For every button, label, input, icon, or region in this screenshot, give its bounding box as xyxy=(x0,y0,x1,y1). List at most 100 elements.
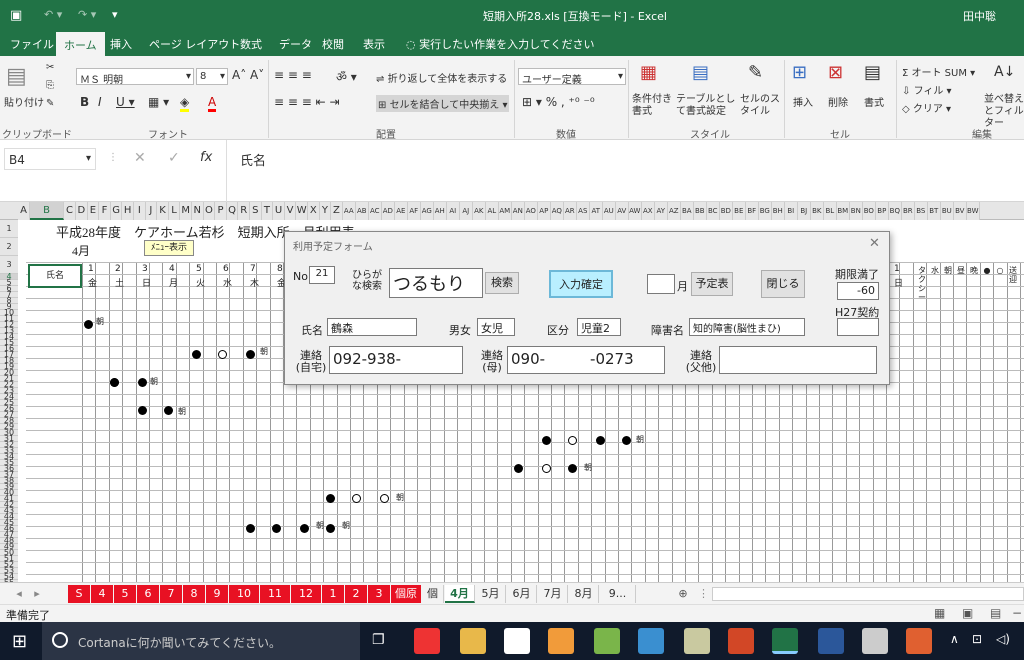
cell-styles-icon[interactable]: ✎ xyxy=(748,62,763,83)
column-header[interactable]: G xyxy=(110,202,123,220)
column-header[interactable]: AQ xyxy=(550,202,564,220)
no-field[interactable]: 21 xyxy=(309,266,335,284)
cortana-search-box[interactable]: Cortanaに何か聞いてみてください。 xyxy=(42,622,360,660)
task-view-icon[interactable]: ❐ xyxy=(372,632,385,648)
fill-button[interactable]: ⇩ フィル ▾ xyxy=(902,82,952,97)
expiry-field[interactable]: -60 xyxy=(837,282,879,300)
table-format-icon[interactable]: ▤ xyxy=(692,62,709,83)
column-header[interactable]: BT xyxy=(927,202,941,220)
close-button[interactable]: 閉じる xyxy=(761,270,805,298)
mother-contact-field[interactable]: 090- -0273 xyxy=(507,346,665,374)
column-header[interactable]: AW xyxy=(628,202,642,220)
column-header[interactable]: AD xyxy=(381,202,395,220)
confirm-input-button[interactable]: 入力確定 xyxy=(549,270,613,298)
column-header[interactable]: AP xyxy=(537,202,551,220)
column-header[interactable]: AK xyxy=(472,202,486,220)
delete-cells-button[interactable]: 削除 xyxy=(828,94,848,109)
sheet-tab[interactable]: 11 xyxy=(260,585,290,603)
sheet-tab[interactable]: 6 xyxy=(137,585,159,603)
disability-field[interactable]: 知的障害(脳性まひ) xyxy=(689,318,805,336)
column-header[interactable]: AB xyxy=(355,202,369,220)
column-header[interactable]: BC xyxy=(706,202,720,220)
sheet-tab[interactable]: 4月 xyxy=(445,585,475,603)
column-header[interactable]: N xyxy=(192,202,204,220)
conditional-format-button[interactable]: 条件付き書式 xyxy=(632,94,676,118)
tab-formulas[interactable]: 数式 xyxy=(232,34,270,56)
column-header[interactable]: X xyxy=(308,202,320,220)
enter-icon[interactable]: ✓ xyxy=(168,150,180,166)
sheet-tab[interactable]: 個 xyxy=(422,585,444,603)
copy-icon[interactable]: ⎘ xyxy=(46,80,54,91)
tray-chevron-icon[interactable]: ∧ xyxy=(950,632,959,646)
column-header[interactable]: BK xyxy=(810,202,824,220)
column-header[interactable]: A xyxy=(18,202,30,220)
column-header[interactable]: I xyxy=(134,202,146,220)
column-header[interactable]: Q xyxy=(226,202,239,220)
row-header[interactable]: 1 xyxy=(0,220,18,238)
column-header[interactable]: AO xyxy=(524,202,538,220)
column-header[interactable]: AV xyxy=(615,202,629,220)
sheet-tab[interactable]: 9... xyxy=(600,585,636,603)
undo-icon[interactable]: ↶ ▾ xyxy=(44,8,62,21)
name-header-cell[interactable]: 氏名 xyxy=(28,264,82,288)
font-size-select[interactable]: 8 ▾ xyxy=(196,68,228,85)
column-header[interactable]: BO xyxy=(862,202,876,220)
currency-icon[interactable]: ⊞ ▾ % , ⁺⁰ ⁻⁰ xyxy=(522,95,595,109)
column-header[interactable]: AG xyxy=(420,202,434,220)
column-header[interactable]: BB xyxy=(693,202,707,220)
column-header[interactable]: U xyxy=(273,202,285,220)
align-left-icon[interactable]: ≡ ≡ ≡ ⇤ ⇥ xyxy=(274,95,340,109)
scroll-right-icon[interactable]: ▸ xyxy=(32,585,42,603)
h27-contract-field[interactable] xyxy=(837,318,879,336)
column-header[interactable]: BE xyxy=(732,202,746,220)
sheet-tab[interactable]: 3 xyxy=(368,585,390,603)
column-header[interactable]: AN xyxy=(511,202,525,220)
search-button[interactable]: 検索 xyxy=(485,272,519,294)
orientation-icon[interactable]: ॐ ▾ xyxy=(336,68,357,85)
row-header[interactable]: 2 xyxy=(0,238,18,256)
column-header[interactable]: L xyxy=(168,202,181,220)
column-header[interactable]: AL xyxy=(485,202,499,220)
column-header[interactable]: BW xyxy=(966,202,980,220)
sex-field[interactable]: 女児 xyxy=(477,318,515,336)
autosum-button[interactable]: Σ オート SUM ▾ xyxy=(902,64,975,79)
sheet-tab[interactable]: 9 xyxy=(206,585,228,603)
category-field[interactable]: 児童2 xyxy=(577,318,621,336)
dialog-close-icon[interactable]: ✕ xyxy=(869,236,880,251)
column-header[interactable]: D xyxy=(76,202,88,220)
chrome-icon[interactable] xyxy=(414,628,440,654)
column-header[interactable]: Z xyxy=(331,202,343,220)
paste-icon[interactable]: ▤ xyxy=(6,64,27,89)
tab-home[interactable]: ホーム xyxy=(56,32,105,56)
font-name-select[interactable]: ＭＳ 明朝 ▾ xyxy=(76,68,194,86)
customize-qat-icon[interactable]: ▾ xyxy=(112,8,118,21)
column-header[interactable]: O xyxy=(203,202,216,220)
insert-cells-icon[interactable]: ⊞ xyxy=(792,62,807,83)
column-header[interactable]: BI xyxy=(784,202,798,220)
name-field[interactable]: 鶴森 xyxy=(327,318,417,336)
column-header[interactable]: AU xyxy=(602,202,616,220)
cancel-icon[interactable]: ✕ xyxy=(134,150,146,166)
home-contact-field[interactable]: 092-938- xyxy=(329,346,463,374)
tell-me-box[interactable]: ◌ 実行したい作業を入力してください xyxy=(398,34,602,56)
network-icon[interactable]: ⊡ xyxy=(972,632,982,646)
column-header[interactable]: AJ xyxy=(459,202,473,220)
sheet-tab[interactable]: 8月 xyxy=(569,585,599,603)
month-field[interactable] xyxy=(647,274,675,294)
column-header[interactable]: BV xyxy=(953,202,967,220)
column-header[interactable]: AE xyxy=(394,202,408,220)
sort-filter-button[interactable]: 並べ替えとフィルター xyxy=(984,94,1024,130)
column-header[interactable]: BL xyxy=(823,202,837,220)
horizontal-scrollbar[interactable] xyxy=(712,587,1024,601)
column-header[interactable]: AR xyxy=(563,202,577,220)
clear-button[interactable]: ◇ クリア ▾ xyxy=(902,100,951,115)
column-header[interactable]: BH xyxy=(771,202,785,220)
column-header[interactable]: BF xyxy=(745,202,759,220)
delete-cells-icon[interactable]: ⊠ xyxy=(828,62,843,83)
column-header[interactable]: R xyxy=(238,202,250,220)
sheet-tab[interactable]: 12 xyxy=(291,585,321,603)
wrap-text-button[interactable]: ⇌ 折り返して全体を表示する xyxy=(376,70,507,85)
function-icon[interactable]: fx xyxy=(200,150,212,165)
other-contact-field[interactable] xyxy=(719,346,877,374)
column-header[interactable]: C xyxy=(64,202,76,220)
